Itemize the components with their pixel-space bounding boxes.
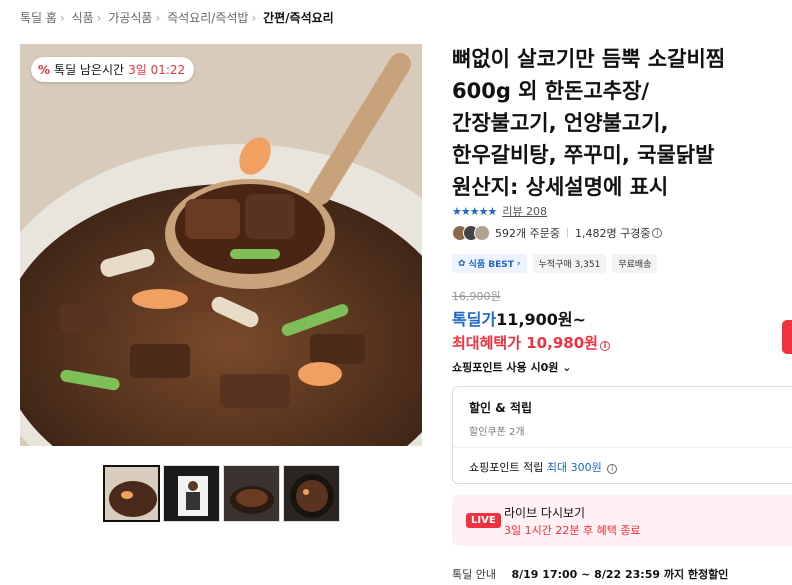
max-price-label: 최대혜택가 [452,334,522,352]
coupon-count[interactable]: 할인쿠폰 2개 [469,423,525,438]
live-subtitle: 3일 1시간 22분 후 혜택 종료 [504,524,641,537]
title-line: 600g 외 한돈고추장/ [452,79,650,103]
thumbnail-3[interactable] [223,465,280,522]
orders-count: 592개 주문중 [495,227,560,240]
info-icon[interactable]: i [599,341,610,351]
divider [453,447,792,448]
deal-price-value: 11,900원~ [496,310,587,329]
product-title: 뼈없이 살코기만 듬뿍 소갈비찜 600g 외 한돈고추장/ 간장불고기, 언양… [452,43,792,203]
live-replay-banner[interactable]: LIVE 라이브 다시보기 3일 1시간 22분 후 혜택 종료 [452,495,792,546]
tag-best[interactable]: ✿ 식품 BEST › [452,254,527,273]
title-line: 간장불고기, 언양불고기, [452,111,669,135]
avatar-stack [452,225,490,241]
avatar [474,225,490,241]
timer-label: 톡딜 남은시간 [54,63,125,77]
title-line: 뼈없이 살코기만 듬뿍 소갈비찜 [452,47,726,71]
point-earn-label: 쇼핑포인트 적립 [469,461,544,474]
galbijjim-photo [20,44,422,446]
title-line: 원산지: 상세설명에 표시 [452,175,669,199]
point-use-label: 쇼핑포인트 사용 시0원 [452,361,559,374]
deal-timer-badge: % 톡딜 남은시간 3일 01:22 [31,57,195,82]
side-action-button[interactable] [782,320,792,354]
live-badge: LIVE [466,513,501,528]
thumb-pot-icon [284,466,339,521]
deal-info-row: 톡딜 안내 8/19 17:00 ~ 8/22 23:59 까지 한정할인 [452,566,728,582]
max-benefit-price: 최대혜택가 10,980원 i [452,332,610,353]
tag-free-shipping: 무료배송 [612,254,658,273]
chevron-down-icon: ⌄ [562,361,572,374]
deal-info-value: 8/19 17:00 ~ 8/22 23:59 까지 한정할인 [511,568,729,581]
tag-row: ✿ 식품 BEST › 누적구매 3,351 무료배송 [452,254,658,273]
original-price: 16,900원 [452,290,501,303]
review-count-link[interactable]: 리뷰 208 [502,203,547,219]
point-earn-row: 쇼핑포인트 적립 최대 300원 i [469,459,618,475]
thumbnail-2[interactable] [163,465,220,522]
thumbnail-1[interactable] [103,465,160,522]
tag-cumulative: 누적구매 3,351 [532,254,607,273]
thumbnail-4[interactable] [283,465,340,522]
thumb-dish-icon [224,466,279,521]
timer-value: 3일 01:22 [128,63,186,77]
deal-price: 톡딜가11,900원~ [452,306,586,330]
percent-icon: % [38,62,51,77]
breadcrumb-item-current[interactable]: 간편/즉석요리 [263,11,334,25]
thumb-people-icon [164,466,219,521]
breadcrumb-item[interactable]: 식품 [72,11,94,25]
breadcrumb-item[interactable]: 즉석요리/즉석밥 [167,11,248,25]
thumbnail-strip [103,465,340,522]
benefit-header: 할인 & 적립 [469,401,532,415]
live-title: 라이브 다시보기 [504,506,586,520]
viewers-count: 1,482명 구경중 [574,227,651,240]
benefit-panel: 할인 & 적립 할인쿠폰 2개 쇼핑포인트 적립 최대 300원 i [452,386,792,484]
point-earn-value: 최대 300원 [546,461,602,474]
info-icon[interactable]: i [607,464,618,474]
tag-label: 식품 BEST [468,260,514,270]
deal-info-label: 톡딜 안내 [452,568,496,581]
breadcrumb: 톡딜 홈 › 식품 › 가공식품 › 즉석요리/즉석밥 › 간편/즉석요리 [20,11,334,25]
deal-price-label: 톡딜가 [452,310,497,329]
activity-stats: 592개 주문중 1,482명 구경중 i [452,225,663,241]
title-line: 한우갈비탕, 쭈꾸미, 국물닭발 [452,143,715,167]
point-use-dropdown[interactable]: 쇼핑포인트 사용 시0원 ⌄ [452,359,571,375]
gear-icon: ✿ [458,258,466,269]
divider [566,228,568,238]
breadcrumb-item[interactable]: 가공식품 [108,11,152,25]
max-price-value: 10,980원 [526,334,598,352]
chevron-right-icon: › [516,258,521,269]
thumb-food-icon [105,467,158,520]
breadcrumb-item[interactable]: 톡딜 홈 [20,11,57,25]
info-icon[interactable]: i [652,228,663,238]
rating-row: ★★★★★ 리뷰 208 [452,203,547,219]
star-rating-icon: ★★★★★ [452,204,497,218]
product-main-image[interactable]: % 톡딜 남은시간 3일 01:22 [20,44,422,446]
